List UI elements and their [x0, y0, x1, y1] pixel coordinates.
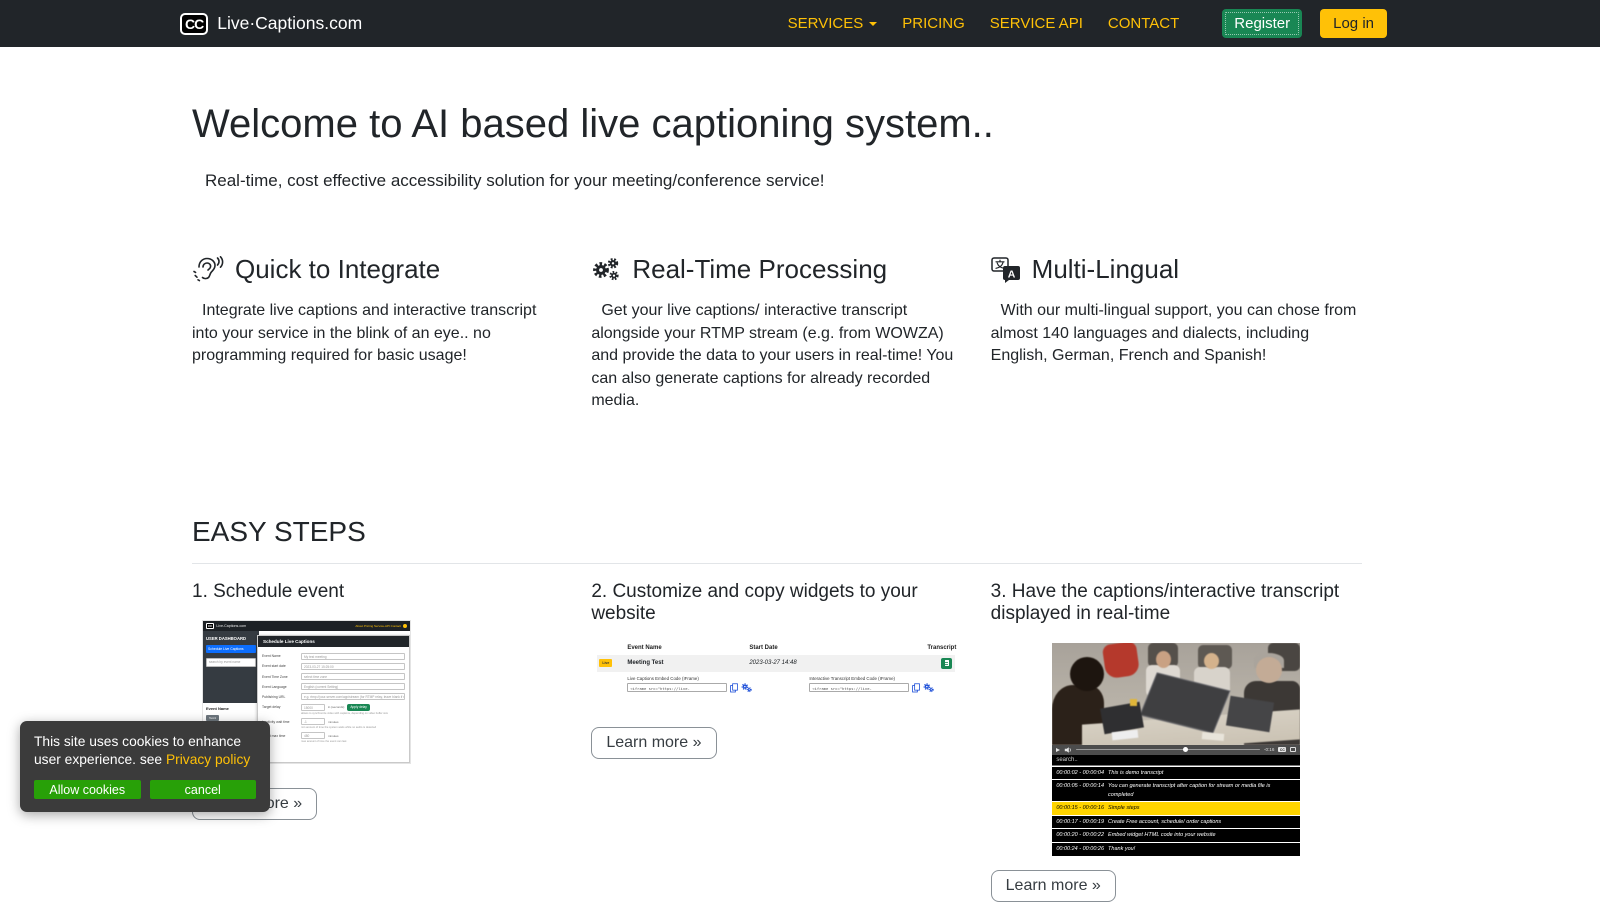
- hero-subtitle: Real-time, cost effective accessibility …: [192, 171, 1362, 191]
- mini-transcript-list: 00:00:02 - 00:00:04 This is demo transcr…: [1052, 766, 1300, 856]
- learn-more-button-step3[interactable]: Learn more »: [991, 870, 1116, 902]
- mini-embed-code-input: <iframe src="https://live-: [627, 683, 727, 692]
- features-row: Quick to Integrate Integrate live captio…: [180, 254, 1374, 413]
- copy-icon: [730, 683, 738, 693]
- nav-link-pricing[interactable]: PRICING: [902, 15, 965, 32]
- easy-steps-heading: EASY STEPS: [192, 516, 1362, 548]
- step-title: 1. Schedule event: [192, 581, 563, 603]
- language-icon: A: [991, 257, 1021, 283]
- settings-gears-icon: [923, 682, 934, 693]
- transcript-row-highlighted: 00:00:15 - 00:00:16 Simple steps: [1052, 801, 1300, 815]
- mini-apply-delay-button: Apply delay: [347, 704, 369, 711]
- page-title: Welcome to AI based live captioning syst…: [192, 100, 1362, 148]
- captions-toggle-icon: CC: [1278, 747, 1286, 752]
- step-realtime-display: 3. Have the captions/interactive transcr…: [991, 581, 1362, 902]
- nav-link-services[interactable]: SERVICES: [788, 15, 878, 32]
- mini-player-controls: -0:16 CC: [1052, 745, 1300, 755]
- allow-cookies-button[interactable]: Allow cookies: [34, 780, 141, 799]
- settings-gears-icon: [741, 682, 752, 693]
- progress-handle: [1183, 747, 1188, 752]
- transcript-row: 00:00:02 - 00:00:04 This is demo transcr…: [1052, 766, 1300, 780]
- mini-live-badge: Live: [599, 659, 612, 667]
- nav-link-contact[interactable]: CONTACT: [1108, 15, 1179, 32]
- privacy-policy-link[interactable]: Privacy policy: [166, 752, 250, 767]
- mini-search-input: search by event name: [206, 658, 256, 667]
- mini-user-icon: [403, 624, 407, 628]
- transcript-row: 00:00:20 - 00:00:22 Embed widget HTML co…: [1052, 828, 1300, 842]
- player-screenshot: -0:16 CC search.. 00:00:02 - 00:00:04 Th…: [1052, 643, 1300, 856]
- progress-bar: [1076, 749, 1260, 751]
- mini-captions-embed: Live Captions Embed Code (IFrame) <ifram…: [597, 676, 779, 694]
- transcript-row: 00:00:05 - 00:00:14 You can generate tra…: [1052, 779, 1300, 801]
- mini-embed-code-input: <iframe src="https://live-: [809, 683, 909, 692]
- mini-sidebar: USER DASHBOARD Schedule Live Captions se…: [203, 631, 259, 703]
- cc-logo-icon: CC: [180, 13, 208, 35]
- feature-quick-to-integrate: Quick to Integrate Integrate live captio…: [192, 254, 563, 413]
- widgets-screenshot: Event Name Start Date Transcript Live Me…: [597, 643, 955, 701]
- chevron-down-icon: [869, 22, 877, 26]
- transcript-row: 00:00:17 - 00:00:19 Create Free account,…: [1052, 815, 1300, 829]
- brand-name: Live·Captions.com: [217, 13, 362, 34]
- login-button[interactable]: Log in: [1320, 9, 1387, 38]
- nav-link-service-api[interactable]: SERVICE API: [990, 15, 1083, 32]
- step-title: 2. Customize and copy widgets to your we…: [591, 581, 962, 625]
- mini-transcript-button: [941, 658, 952, 669]
- copy-icon: [912, 683, 920, 693]
- document-icon: [945, 660, 950, 666]
- mini-cc-icon: CC: [206, 623, 214, 629]
- top-navbar: CC Live·Captions.com SERVICES PRICING SE…: [0, 0, 1600, 47]
- fullscreen-icon: [1290, 747, 1296, 752]
- cancel-cookies-button[interactable]: cancel: [150, 780, 257, 799]
- register-button[interactable]: Register: [1222, 9, 1302, 38]
- mini-transcript-embed: Interactive Transcript Embed Code (IFram…: [779, 676, 961, 694]
- step-title: 3. Have the captions/interactive transcr…: [991, 581, 1362, 625]
- step-customize-widgets: 2. Customize and copy widgets to your we…: [591, 581, 962, 902]
- mini-navbar: CC Live-Captions.com About Pricing Servi…: [203, 621, 410, 631]
- easy-steps-section: EASY STEPS 1. Schedule event CC Live-Cap…: [180, 516, 1374, 902]
- cookie-consent-banner: This site uses cookies to enhance user e…: [20, 721, 270, 812]
- svg-text:A: A: [1007, 268, 1015, 280]
- feature-real-time-processing: Real-Time Processing Get your live capti…: [591, 254, 962, 413]
- feature-text: With our multi-lingual support, you can …: [991, 300, 1362, 368]
- time-remaining: -0:16: [1264, 747, 1274, 752]
- divider: [192, 563, 1362, 564]
- mini-sidebar-active-item: Schedule Live Captions: [206, 645, 256, 653]
- brand-logo[interactable]: CC Live·Captions.com: [180, 13, 362, 35]
- feature-multi-lingual: A Multi-Lingual With our multi-lingual s…: [991, 254, 1362, 413]
- play-icon: [1056, 748, 1060, 752]
- video-still: [1052, 643, 1300, 745]
- hero-section: Welcome to AI based live captioning syst…: [180, 47, 1374, 191]
- feature-text: Get your live captions/ interactive tran…: [591, 300, 962, 413]
- mini-modal-title: Schedule Live Captions: [258, 636, 409, 647]
- learn-more-button-step2[interactable]: Learn more »: [591, 727, 716, 759]
- mini-schedule-modal: Schedule Live Captions Event Name My tes…: [257, 635, 410, 763]
- feature-title: Multi-Lingual: [1032, 254, 1179, 285]
- feature-title: Quick to Integrate: [235, 254, 440, 285]
- transcript-row: 00:00:24 - 00:00:26 Thank you!: [1052, 842, 1300, 856]
- mini-transcript-search: search..: [1052, 755, 1300, 766]
- mini-row-button: Test1: [206, 715, 219, 721]
- feature-title: Real-Time Processing: [632, 254, 887, 285]
- gears-icon: [591, 257, 621, 283]
- feature-text: Integrate live captions and interactive …: [192, 300, 563, 368]
- mini-event-row: Live Meeting Test 2023-03-27 14:48: [597, 655, 955, 672]
- ear-listen-icon: [192, 256, 224, 283]
- volume-icon: [1064, 746, 1072, 754]
